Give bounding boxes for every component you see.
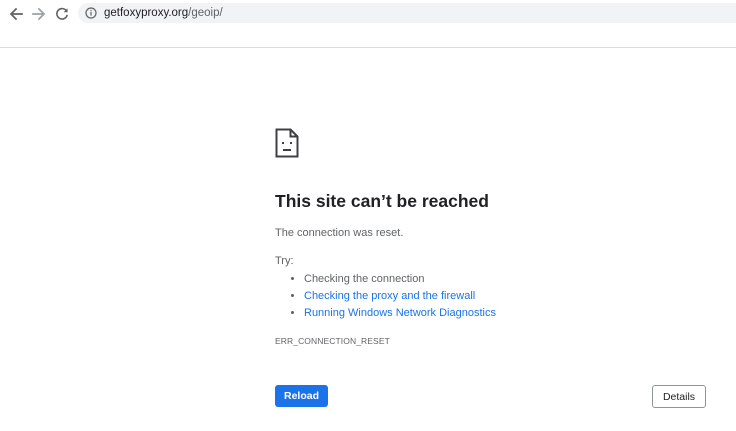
error-code: ERR_CONNECTION_RESET	[275, 336, 390, 346]
try-label: Try:	[275, 255, 294, 267]
suggestion-item: Checking the proxy and the firewall	[304, 288, 496, 305]
sad-document-icon	[275, 128, 299, 158]
reload-button[interactable]: Reload	[275, 385, 328, 407]
reload-nav-button[interactable]	[52, 4, 72, 24]
browser-toolbar: getfoxyproxy.org/geoip/	[0, 0, 736, 48]
error-heading: This site can’t be reached	[275, 191, 489, 211]
suggestion-item: Checking the connection	[304, 271, 496, 288]
suggestions-list: Checking the connection Checking the pro…	[287, 271, 496, 322]
back-button[interactable]	[6, 4, 26, 24]
url-host: getfoxyproxy.org	[104, 7, 189, 19]
forward-arrow-icon	[32, 7, 46, 21]
url-path: /geoip/	[188, 7, 223, 19]
suggestion-item: Running Windows Network Diagnostics	[304, 305, 496, 322]
url-text[interactable]: getfoxyproxy.org/geoip/	[104, 7, 223, 19]
suggestion-network-diagnostics-link[interactable]: Running Windows Network Diagnostics	[304, 307, 496, 319]
forward-button[interactable]	[29, 4, 49, 24]
suggestion-proxy-firewall-link[interactable]: Checking the proxy and the firewall	[304, 290, 475, 302]
error-subtext: The connection was reset.	[275, 227, 404, 239]
reload-icon	[56, 7, 68, 20]
info-icon[interactable]	[84, 6, 98, 20]
back-arrow-icon	[9, 7, 23, 21]
details-button[interactable]: Details	[652, 385, 706, 408]
suggestion-check-connection: Checking the connection	[304, 273, 425, 285]
address-bar[interactable]: getfoxyproxy.org/geoip/	[78, 3, 736, 23]
